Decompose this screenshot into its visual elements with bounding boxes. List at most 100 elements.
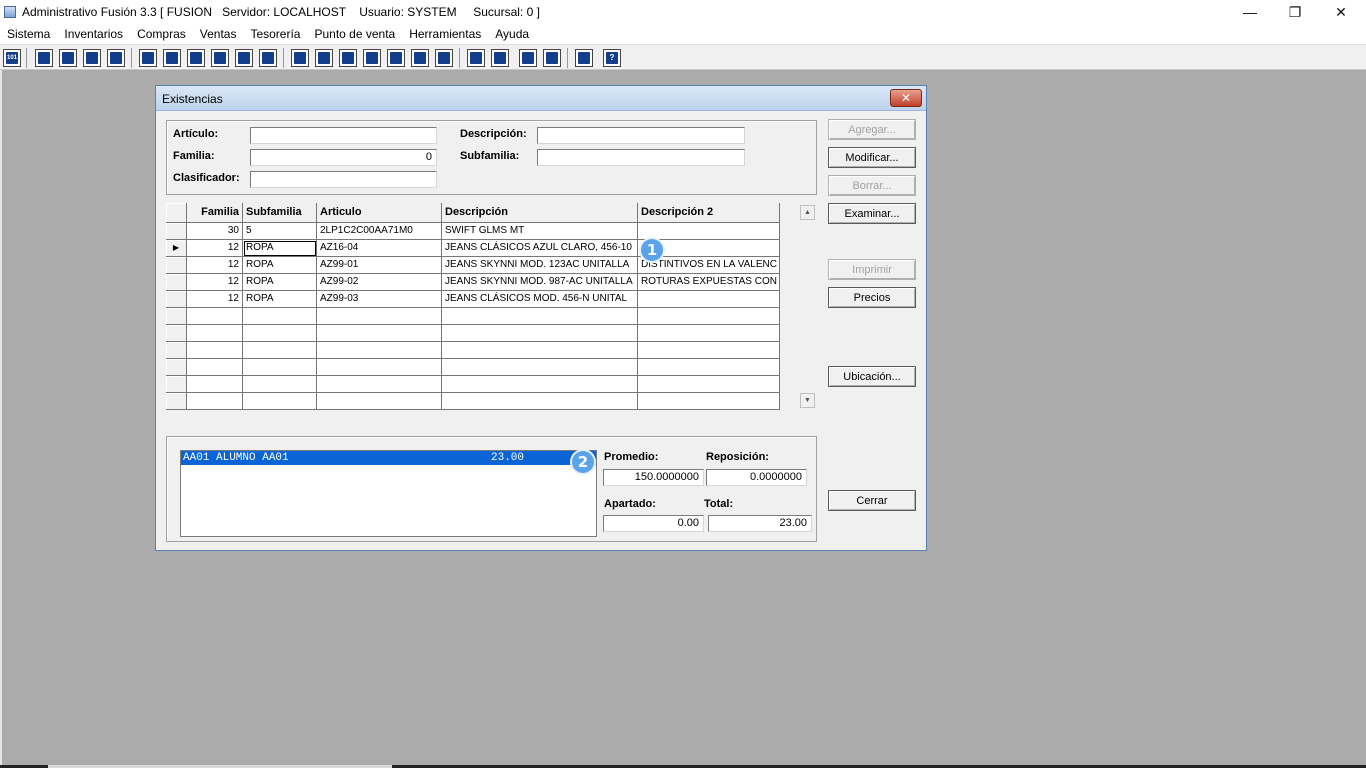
cell-subfamilia[interactable]: 5	[243, 223, 317, 240]
agregar-button[interactable]: Agregar...	[828, 119, 916, 140]
cell-articulo[interactable]: 2LP1C2C00AA71M0	[317, 223, 442, 240]
cell-descripcion[interactable]	[442, 376, 638, 393]
refresh-icon[interactable]	[519, 49, 537, 67]
cell-familia[interactable]: 12	[187, 257, 243, 274]
cell-subfamilia[interactable]: ROPA	[243, 274, 317, 291]
add-icon[interactable]	[363, 49, 381, 67]
col-familia-header[interactable]: Familia	[187, 203, 243, 223]
col-descripcion-header[interactable]: Descripción	[442, 203, 638, 223]
cell-familia[interactable]	[187, 376, 243, 393]
close-icon[interactable]: ✕	[1318, 0, 1364, 24]
cell-subfamilia[interactable]: ROPA	[243, 291, 317, 308]
cell-subfamilia[interactable]	[243, 325, 317, 342]
row-indicator[interactable]	[166, 342, 187, 359]
export-icon[interactable]	[339, 49, 357, 67]
cell-articulo[interactable]	[317, 393, 442, 410]
copy-icon[interactable]	[35, 49, 53, 67]
articles-grid[interactable]: Familia Subfamilia Articulo Descripción …	[166, 203, 780, 410]
table-row[interactable]: ▶ 12 ROPA AZ16-04 JEANS CLÁSICOS AZUL CLARO,…	[166, 240, 780, 257]
dialog-close-icon[interactable]: ✕	[890, 89, 922, 107]
paste-icon[interactable]	[59, 49, 77, 67]
clasificador-input[interactable]	[250, 171, 437, 188]
row-indicator[interactable]	[166, 257, 187, 274]
swap-icon[interactable]	[83, 49, 101, 67]
cell-descripcion2[interactable]	[638, 342, 780, 359]
col-descripcion2-header[interactable]: Descripción 2	[638, 203, 780, 223]
table-row[interactable]: 30 5 2LP1C2C00AA71M0 SWIFT GLMS MT	[166, 223, 780, 240]
examinar-button[interactable]: Examinar...	[828, 203, 916, 224]
cerrar-button[interactable]: Cerrar	[828, 490, 916, 511]
cell-descripcion2[interactable]	[638, 359, 780, 376]
scroll-up-icon[interactable]: ▲	[800, 205, 815, 220]
imprimir-button[interactable]: Imprimir	[828, 259, 916, 280]
cell-articulo[interactable]	[317, 325, 442, 342]
help-icon[interactable]: ?	[603, 49, 621, 67]
cell-descripcion[interactable]	[442, 393, 638, 410]
ubicacion-button[interactable]: Ubicación...	[828, 366, 916, 387]
cell-descripcion2[interactable]	[638, 325, 780, 342]
menu-compras[interactable]: Compras	[130, 27, 193, 41]
cell-articulo[interactable]	[317, 308, 442, 325]
borrar-button[interactable]: Borrar...	[828, 175, 916, 196]
printer-icon[interactable]	[187, 49, 205, 67]
cell-familia[interactable]: 12	[187, 274, 243, 291]
list-item[interactable]: AA01 ALUMNO AA01 23.00	[181, 451, 596, 465]
table-row[interactable]	[166, 325, 780, 342]
cell-descripcion2[interactable]: DISTINTIVOS EN LA VALENC	[638, 257, 780, 274]
table-row[interactable]: 12 ROPA AZ99-01 JEANS SKYNNI MOD. 123AC UNI…	[166, 257, 780, 274]
precios-button[interactable]: Precios	[828, 287, 916, 308]
menu-herramientas[interactable]: Herramientas	[402, 27, 488, 41]
row-indicator[interactable]	[166, 325, 187, 342]
cell-subfamilia[interactable]: ROPA	[243, 257, 317, 274]
cell-descripcion[interactable]: JEANS SKYNNI MOD. 987-AC UNITALLA	[442, 274, 638, 291]
cell-descripcion2[interactable]	[638, 376, 780, 393]
row-indicator[interactable]	[166, 223, 187, 240]
grid-scrollbar[interactable]: ▲ ▼	[799, 204, 816, 411]
restore-icon[interactable]: ❐	[1272, 0, 1318, 24]
home-icon[interactable]	[467, 49, 485, 67]
menu-sistema[interactable]: Sistema	[0, 27, 57, 41]
print-preview-icon[interactable]	[211, 49, 229, 67]
row-indicator[interactable]	[166, 393, 187, 410]
folder-icon[interactable]	[163, 49, 181, 67]
cell-articulo[interactable]: AZ99-02	[317, 274, 442, 291]
row-indicator[interactable]	[166, 359, 187, 376]
minimize-icon[interactable]: —	[1227, 0, 1273, 24]
search-icon[interactable]	[107, 49, 125, 67]
cell-articulo[interactable]: AZ99-01	[317, 257, 442, 274]
cell-descripcion[interactable]	[442, 342, 638, 359]
user-icon[interactable]	[139, 49, 157, 67]
list-icon[interactable]	[259, 49, 277, 67]
cell-articulo[interactable]: AZ16-04	[317, 240, 442, 257]
cell-descripcion2[interactable]	[638, 393, 780, 410]
table-row[interactable]: 12 ROPA AZ99-02 JEANS SKYNNI MOD. 987-AC UN…	[166, 274, 780, 291]
cell-familia[interactable]	[187, 308, 243, 325]
cell-articulo[interactable]: AZ99-03	[317, 291, 442, 308]
table-icon[interactable]	[435, 49, 453, 67]
cell-descripcion[interactable]	[442, 359, 638, 376]
table-row[interactable]	[166, 342, 780, 359]
cell-familia[interactable]	[187, 342, 243, 359]
cell-subfamilia[interactable]: ROPA	[243, 240, 317, 257]
zoom-icon[interactable]	[491, 49, 509, 67]
menu-punto-de-venta[interactable]: Punto de venta	[307, 27, 402, 41]
cell-subfamilia[interactable]	[243, 342, 317, 359]
cell-subfamilia[interactable]	[243, 376, 317, 393]
modificar-button[interactable]: Modificar...	[828, 147, 916, 168]
cell-descripcion2[interactable]	[638, 308, 780, 325]
table-row[interactable]	[166, 393, 780, 410]
back-icon[interactable]	[575, 49, 593, 67]
row-indicator[interactable]	[166, 376, 187, 393]
row-indicator[interactable]	[166, 274, 187, 291]
cell-articulo[interactable]	[317, 342, 442, 359]
calculator-icon[interactable]: 101	[3, 49, 21, 67]
table-row[interactable]	[166, 376, 780, 393]
menu-tesoreria[interactable]: Tesorería	[243, 27, 307, 41]
cell-subfamilia[interactable]	[243, 359, 317, 376]
document-icon[interactable]	[235, 49, 253, 67]
undo-icon[interactable]	[543, 49, 561, 67]
report-icon[interactable]	[411, 49, 429, 67]
cell-descripcion2[interactable]: ROTURAS EXPUESTAS CON	[638, 274, 780, 291]
menu-ventas[interactable]: Ventas	[193, 27, 244, 41]
subfamilia-input[interactable]	[537, 149, 745, 166]
